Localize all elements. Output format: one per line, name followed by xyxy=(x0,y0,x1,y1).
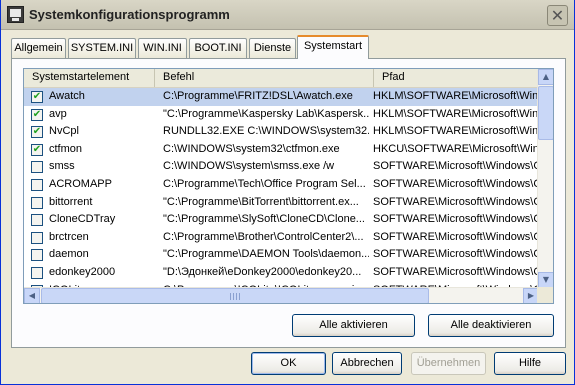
list-item[interactable]: ✔ Awatch C:\Programme\FRITZ!DSL\Awatch.exe… xyxy=(24,88,539,106)
startup-item-name: daemon xyxy=(49,248,89,261)
startup-item-name: ctfmon xyxy=(49,142,83,155)
disable-all-button[interactable]: Alle deaktivieren xyxy=(428,314,554,337)
startup-item-checkbox[interactable] xyxy=(31,214,43,227)
startup-item-checkbox[interactable] xyxy=(31,249,43,262)
startup-item-path: SOFTWARE\Microsoft\Windows\C xyxy=(373,248,539,261)
list-item[interactable]: CloneCDTray "C:\Programme\SlySoft\CloneCD… xyxy=(24,211,539,229)
startup-item-name: bittorrent xyxy=(49,195,93,208)
startup-item-name: brctrcen xyxy=(49,230,89,243)
startup-item-name: ACROMAPP xyxy=(49,177,112,190)
apply-button[interactable]: Übernehmen xyxy=(411,352,486,375)
grip-icon xyxy=(230,293,242,300)
title-bar[interactable]: Systemkonfigurationsprogramm ✕ xyxy=(1,0,574,30)
horizontal-scrollbar[interactable]: ◀ ▶ xyxy=(24,287,539,303)
startup-item-path: HKLM\SOFTWARE\Microsoft\Win xyxy=(373,107,539,120)
startup-item-path: SOFTWARE\Microsoft\Windows\C xyxy=(373,230,539,243)
list-item[interactable]: ✔ avp "C:\Programme\Kaspersky Lab\Kaspersk… xyxy=(24,106,539,124)
scroll-down-icon[interactable]: ▼ xyxy=(538,272,553,288)
column-header-startup-item[interactable]: Systemstartelement xyxy=(24,69,155,87)
startup-item-path: SOFTWARE\Microsoft\Windows\C xyxy=(373,213,539,226)
scroll-left-icon[interactable]: ◀ xyxy=(24,288,40,303)
startup-item-command: "C:\Programme\DAEMON Tools\daemon.... xyxy=(163,248,369,261)
list-item[interactable]: ACROMAPP C:\Programme\Tech\Office Program… xyxy=(24,176,539,194)
column-header-path[interactable]: Pfad xyxy=(374,69,539,87)
horizontal-scroll-thumb[interactable] xyxy=(41,288,429,303)
startup-item-path: SOFTWARE\Microsoft\Windows\C xyxy=(373,265,539,278)
list-item[interactable]: bittorrent "C:\Programme\BitTorrent\bitto… xyxy=(24,194,539,212)
list-item[interactable]: edonkey2000 "D:\Эдонкей\eDonkey2000\edonk… xyxy=(24,264,539,282)
startup-item-command: C:\Programme\Brother\ControlCenter2\... xyxy=(163,230,364,243)
startup-item-command: RUNDLL32.EXE C:\WINDOWS\system32... xyxy=(163,125,369,138)
scroll-corner xyxy=(537,287,553,303)
startup-list: Systemstartelement Befehl Pfad ✔ Awatch C:… xyxy=(23,68,554,304)
startup-item-path: HKLM\SOFTWARE\Microsoft\Win xyxy=(373,125,539,138)
startup-item-path: SOFTWARE\Microsoft\Windows\C xyxy=(373,195,539,208)
scroll-up-icon[interactable]: ▲ xyxy=(538,69,553,85)
startup-item-command: C:\Programme\Tech\Office Program Sel... xyxy=(163,177,366,190)
startup-item-checkbox[interactable]: ✔ xyxy=(31,108,43,121)
enable-all-button[interactable]: Alle aktivieren xyxy=(292,314,415,337)
tab-systemstart[interactable]: Systemstart xyxy=(297,35,369,59)
tab-boot-ini[interactable]: BOOT.INI xyxy=(189,38,247,58)
startup-item-name: CloneCDTray xyxy=(49,213,116,226)
startup-item-command: C:\Programme\FRITZ!DSL\Awatch.exe xyxy=(163,90,353,102)
tab-system-ini[interactable]: SYSTEM.INI xyxy=(68,38,136,58)
startup-item-checkbox[interactable] xyxy=(31,231,43,244)
startup-item-path: HKLM\SOFTWARE\Microsoft\Win xyxy=(373,90,539,102)
startup-item-path: SOFTWARE\Microsoft\Windows\C xyxy=(373,160,539,173)
startup-item-name: NvCpl xyxy=(49,125,79,138)
tab-allgemein[interactable]: Allgemein xyxy=(11,38,66,58)
vertical-scroll-thumb[interactable] xyxy=(538,86,553,140)
startup-item-checkbox[interactable] xyxy=(31,161,43,174)
list-item[interactable]: ✔ ctfmon C:\WINDOWS\system32\ctfmon.exe HKC… xyxy=(24,141,539,159)
help-button[interactable]: Hilfe xyxy=(494,352,566,375)
startup-item-name: smss xyxy=(49,160,75,173)
startup-item-command: "C:\Programme\BitTorrent\bittorrent.ex..… xyxy=(163,195,359,208)
startup-item-command: "D:\Эдонкей\eDonkey2000\edonkey20... xyxy=(163,265,362,278)
vertical-scrollbar[interactable]: ▲ ▼ xyxy=(537,69,553,288)
tab-win-ini[interactable]: WIN.INI xyxy=(138,38,187,58)
ok-button[interactable]: OK xyxy=(251,352,326,375)
startup-item-path: HKCU\SOFTWARE\Microsoft\Win xyxy=(373,142,539,155)
startup-item-name: avp xyxy=(49,107,67,120)
startup-item-command: C:\WINDOWS\system32\ctfmon.exe xyxy=(163,142,340,155)
list-item[interactable]: ✔ NvCpl RUNDLL32.EXE C:\WINDOWS\system32..… xyxy=(24,123,539,141)
startup-item-checkbox[interactable] xyxy=(31,266,43,279)
list-item[interactable]: smss C:\WINDOWS\system\smss.exe /w SOFTWAR… xyxy=(24,158,539,176)
startup-item-path: SOFTWARE\Microsoft\Windows\C xyxy=(373,177,539,190)
startup-item-checkbox[interactable]: ✔ xyxy=(31,91,43,103)
dialog-window: Systemkonfigurationsprogramm ✕ Allgemein… xyxy=(0,0,575,385)
tab-dienste[interactable]: Dienste xyxy=(249,38,296,58)
startup-item-command: C:\WINDOWS\system\smss.exe /w xyxy=(163,160,335,173)
startup-item-name: Awatch xyxy=(49,90,85,102)
startup-item-command: "C:\Programme\Kaspersky Lab\Kaspersk... xyxy=(163,107,369,120)
startup-item-name: edonkey2000 xyxy=(49,265,116,278)
startup-item-checkbox[interactable]: ✔ xyxy=(31,126,43,139)
cancel-button[interactable]: Abbrechen xyxy=(332,352,402,375)
startup-item-checkbox[interactable]: ✔ xyxy=(31,143,43,156)
computer-icon xyxy=(7,6,24,23)
column-header-command[interactable]: Befehl xyxy=(155,69,374,87)
startup-item-checkbox[interactable] xyxy=(31,196,43,209)
list-rows: ✔ Awatch C:\Programme\FRITZ!DSL\Awatch.exe… xyxy=(24,88,539,299)
list-item[interactable]: daemon "C:\Programme\DAEMON Tools\daemon.… xyxy=(24,246,539,264)
close-button[interactable]: ✕ xyxy=(547,5,568,26)
list-header: Systemstartelement Befehl Pfad xyxy=(24,69,539,88)
window-title: Systemkonfigurationsprogramm xyxy=(29,7,230,22)
startup-item-checkbox[interactable] xyxy=(31,178,43,191)
list-item[interactable]: brctrcen C:\Programme\Brother\ControlCent… xyxy=(24,229,539,247)
startup-item-command: "C:\Programme\SlySoft\CloneCD\Clone... xyxy=(163,213,365,226)
